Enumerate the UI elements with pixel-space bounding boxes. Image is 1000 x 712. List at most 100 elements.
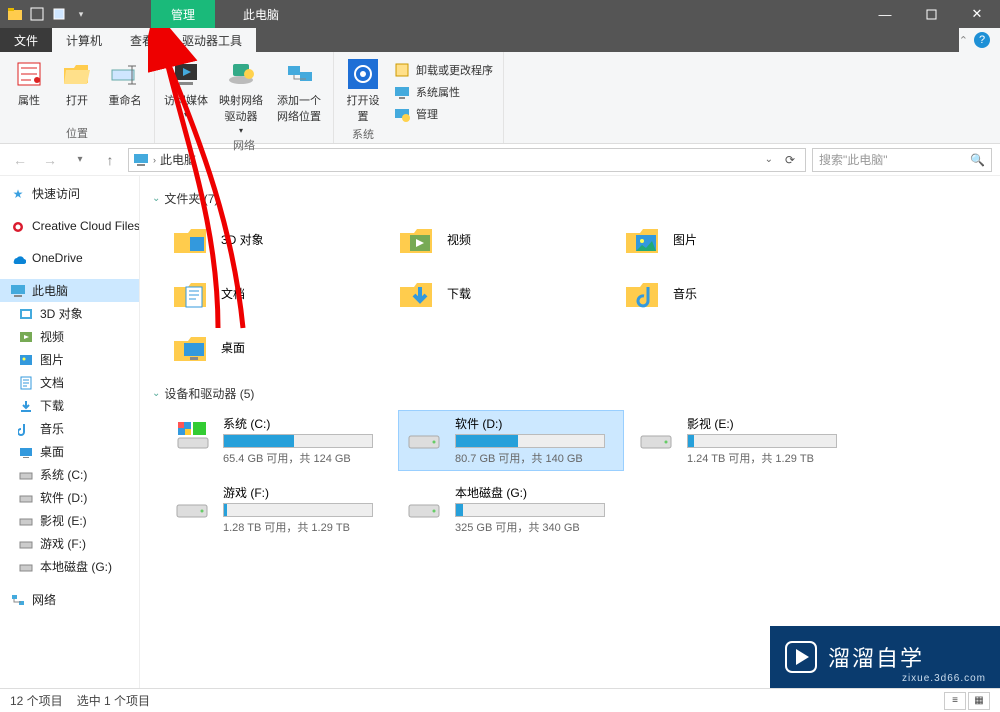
sidebar-item-icon bbox=[18, 375, 34, 391]
chevron-down-icon: ▾ bbox=[184, 110, 188, 119]
ribbon-group-location: 属性 打开 重命名 位置 bbox=[0, 52, 155, 143]
tab-computer[interactable]: 计算机 bbox=[52, 28, 116, 52]
drive-grid: 系统 (C:)65.4 GB 可用，共 124 GB软件 (D:)80.7 GB… bbox=[166, 410, 988, 540]
watermark: 溜溜自学 zixue.3d66.com bbox=[770, 626, 1000, 688]
sidebar-network[interactable]: 网络 bbox=[0, 588, 139, 611]
sidebar-item[interactable]: 视频 bbox=[0, 325, 139, 348]
sidebar-item[interactable]: 下载 bbox=[0, 394, 139, 417]
open-button[interactable]: 打开 bbox=[54, 56, 100, 110]
drive-stat: 325 GB 可用，共 340 GB bbox=[455, 519, 619, 535]
folder-item[interactable]: 图片 bbox=[618, 215, 838, 263]
properties-qat-icon[interactable] bbox=[50, 5, 68, 23]
view-details-button[interactable]: ≡ bbox=[944, 692, 966, 710]
folder-icon bbox=[621, 272, 663, 314]
window-title: 此电脑 bbox=[243, 6, 279, 23]
group-label-location: 位置 bbox=[66, 125, 88, 141]
drive-icon bbox=[171, 415, 213, 457]
uninstall-change-button[interactable]: 卸载或更改程序 bbox=[390, 60, 497, 80]
tab-drive-tools[interactable]: 驱动器工具 bbox=[168, 28, 256, 52]
main-area: ★ 快速访问 Creative Cloud Files OneDrive 此电脑… bbox=[0, 176, 1000, 688]
sidebar-item[interactable]: 文档 bbox=[0, 371, 139, 394]
nav-back-button[interactable]: ← bbox=[8, 148, 32, 172]
creative-cloud-icon bbox=[10, 218, 26, 234]
drive-item[interactable]: 影视 (E:)1.24 TB 可用，共 1.29 TB bbox=[630, 410, 856, 471]
sidebar-item-icon bbox=[18, 513, 34, 529]
folder-item[interactable]: 下载 bbox=[392, 269, 612, 317]
folder-icon bbox=[395, 272, 437, 314]
sidebar-onedrive[interactable]: OneDrive bbox=[0, 247, 139, 269]
tab-view[interactable]: 查看 bbox=[116, 28, 168, 52]
sidebar-item-icon bbox=[18, 536, 34, 552]
section-folders[interactable]: ⌄ 文件夹 (7) bbox=[152, 190, 988, 207]
checkbox-icon[interactable] bbox=[28, 5, 46, 23]
system-properties-button[interactable]: 系统属性 bbox=[390, 82, 497, 102]
qat-dropdown-icon[interactable]: ▾ bbox=[72, 5, 90, 23]
sidebar-quick-access[interactable]: ★ 快速访问 bbox=[0, 182, 139, 205]
sidebar-item[interactable]: 系统 (C:) bbox=[0, 463, 139, 486]
breadcrumb-location[interactable]: 此电脑 bbox=[160, 151, 196, 168]
folder-item[interactable]: 视频 bbox=[392, 215, 612, 263]
drive-name: 游戏 (F:) bbox=[223, 484, 387, 501]
drive-item[interactable]: 软件 (D:)80.7 GB 可用，共 140 GB bbox=[398, 410, 624, 471]
sidebar-item[interactable]: 本地磁盘 (G:) bbox=[0, 555, 139, 578]
sidebar-item[interactable]: 桌面 bbox=[0, 440, 139, 463]
sidebar-item[interactable]: 影视 (E:) bbox=[0, 509, 139, 532]
folder-icon bbox=[169, 218, 211, 260]
sidebar-item[interactable]: 游戏 (F:) bbox=[0, 532, 139, 555]
folder-item[interactable]: 文档 bbox=[166, 269, 386, 317]
folder-item[interactable]: 音乐 bbox=[618, 269, 838, 317]
map-drive-button[interactable]: 映射网络驱动器 ▾ bbox=[213, 56, 269, 137]
nav-recent-dropdown[interactable]: ▾ bbox=[68, 148, 92, 172]
sidebar-item-icon bbox=[18, 398, 34, 414]
ribbon-collapse-icon[interactable]: ⌃ bbox=[959, 34, 968, 47]
view-icons-button[interactable]: ▦ bbox=[968, 692, 990, 710]
this-pc-icon bbox=[10, 283, 26, 299]
drive-item[interactable]: 本地磁盘 (G:)325 GB 可用，共 340 GB bbox=[398, 479, 624, 540]
refresh-button[interactable]: ⟳ bbox=[779, 153, 801, 167]
sidebar-creative-cloud[interactable]: Creative Cloud Files bbox=[0, 215, 139, 237]
nav-forward-button[interactable]: → bbox=[38, 148, 62, 172]
breadcrumb[interactable]: › 此电脑 ⌄ ⟳ bbox=[128, 148, 806, 172]
sidebar-item-icon bbox=[18, 559, 34, 575]
drive-item[interactable]: 系统 (C:)65.4 GB 可用，共 124 GB bbox=[166, 410, 392, 471]
folder-icon bbox=[621, 218, 663, 260]
section-drives[interactable]: ⌄ 设备和驱动器 (5) bbox=[152, 385, 988, 402]
add-network-location-button[interactable]: 添加一个网络位置 bbox=[271, 56, 327, 137]
minimize-button[interactable]: — bbox=[862, 0, 908, 28]
access-media-button[interactable]: 访问媒体 ▾ bbox=[161, 56, 211, 137]
context-tab-manage[interactable]: 管理 bbox=[151, 0, 215, 28]
nav-up-button[interactable]: ↑ bbox=[98, 148, 122, 172]
folder-icon[interactable] bbox=[6, 5, 24, 23]
breadcrumb-dropdown-icon[interactable]: ⌄ bbox=[759, 154, 779, 165]
title-bar: ▾ 管理 此电脑 — ✕ bbox=[0, 0, 1000, 28]
network-icon bbox=[10, 592, 26, 608]
sidebar-item[interactable]: 音乐 bbox=[0, 417, 139, 440]
sidebar-item-icon bbox=[18, 306, 34, 322]
sidebar-item[interactable]: 图片 bbox=[0, 348, 139, 371]
open-settings-button[interactable]: 打开设置 bbox=[340, 56, 386, 126]
maximize-button[interactable] bbox=[908, 0, 954, 28]
sidebar-item-icon bbox=[18, 467, 34, 483]
sidebar-item[interactable]: 3D 对象 bbox=[0, 302, 139, 325]
properties-button[interactable]: 属性 bbox=[6, 56, 52, 110]
ribbon-tabs: 文件 计算机 查看 驱动器工具 ⌃ ? bbox=[0, 28, 1000, 52]
search-icon[interactable]: 🔍 bbox=[970, 153, 985, 167]
help-icon[interactable]: ? bbox=[974, 32, 990, 48]
ribbon-group-network: 访问媒体 ▾ 映射网络驱动器 ▾ 添加一个网络位置 网络 bbox=[155, 52, 334, 143]
status-count: 12 个项目 bbox=[10, 692, 63, 709]
search-input[interactable]: 搜索"此电脑" 🔍 bbox=[812, 148, 992, 172]
content-pane: ⌄ 文件夹 (7) 3D 对象视频图片文档下载音乐桌面 ⌄ 设备和驱动器 (5)… bbox=[140, 176, 1000, 688]
rename-button[interactable]: 重命名 bbox=[102, 56, 148, 110]
drive-item[interactable]: 游戏 (F:)1.28 TB 可用，共 1.29 TB bbox=[166, 479, 392, 540]
folder-item[interactable]: 桌面 bbox=[166, 323, 386, 371]
network-location-icon bbox=[283, 58, 315, 90]
drive-icon bbox=[403, 415, 445, 457]
drive-usage-bar bbox=[455, 434, 605, 448]
manage-button[interactable]: 管理 bbox=[390, 104, 497, 124]
sidebar-item[interactable]: 软件 (D:) bbox=[0, 486, 139, 509]
close-button[interactable]: ✕ bbox=[954, 0, 1000, 28]
folder-item[interactable]: 3D 对象 bbox=[166, 215, 386, 263]
breadcrumb-chevron-icon[interactable]: › bbox=[153, 155, 156, 165]
tab-file[interactable]: 文件 bbox=[0, 28, 52, 52]
sidebar-this-pc[interactable]: 此电脑 bbox=[0, 279, 139, 302]
